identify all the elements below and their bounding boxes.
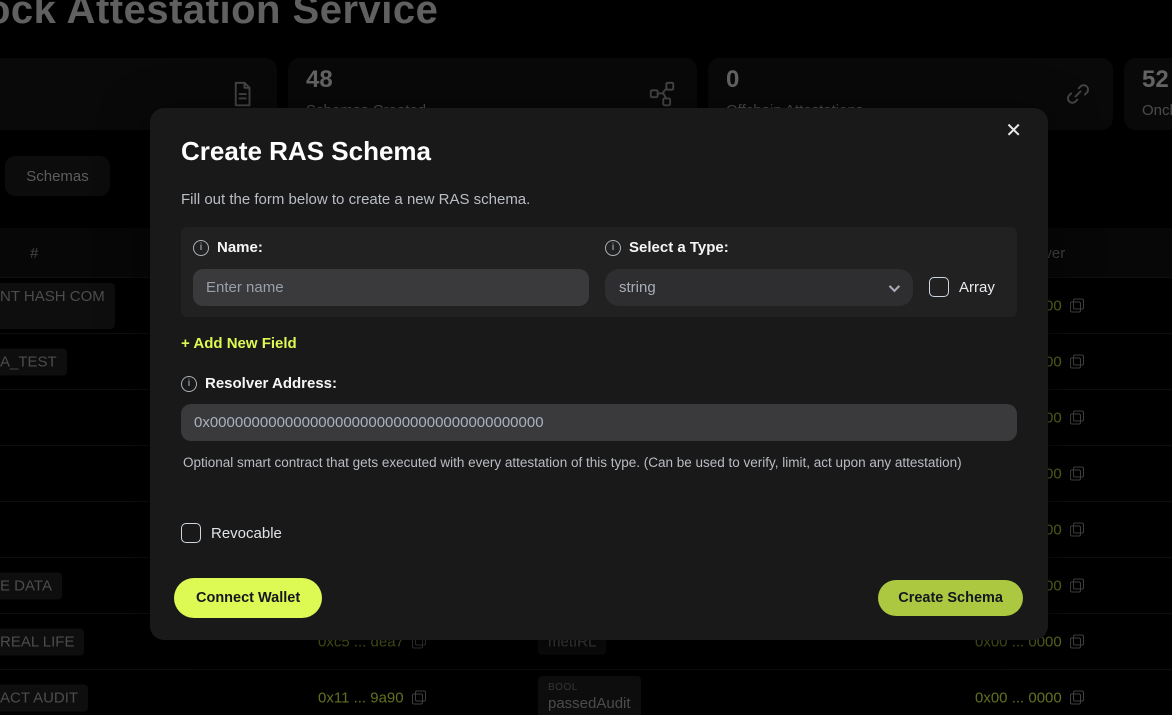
modal-subtitle: Fill out the form below to create a new …	[181, 191, 530, 208]
revocable-checkbox-label: Revocable	[211, 525, 282, 542]
info-icon: i	[605, 240, 621, 256]
create-schema-button[interactable]: Create Schema	[878, 580, 1023, 616]
modal-title: Create RAS Schema	[181, 136, 431, 167]
create-schema-modal: ✕ Create RAS Schema Fill out the form be…	[150, 108, 1048, 640]
resolver-address-label: i Resolver Address:	[181, 375, 337, 392]
resolver-help-text: Optional smart contract that gets execut…	[183, 453, 973, 473]
type-field-label: i Select a Type:	[605, 239, 729, 256]
schema-field-form-section: i Name: i Select a Type: string Array	[181, 227, 1017, 317]
chevron-down-icon	[889, 280, 900, 291]
array-checkbox-label: Array	[959, 279, 995, 296]
array-checkbox[interactable]	[929, 277, 949, 297]
close-icon[interactable]: ✕	[1005, 121, 1022, 141]
resolver-address-input[interactable]	[181, 404, 1017, 441]
add-new-field-link[interactable]: + Add New Field	[181, 335, 297, 352]
type-select[interactable]: string	[605, 269, 913, 306]
revocable-checkbox[interactable]	[181, 523, 201, 543]
name-field-label: i Name:	[193, 239, 263, 256]
name-input[interactable]	[193, 269, 589, 306]
type-select-value: string	[619, 279, 656, 296]
info-icon: i	[193, 240, 209, 256]
connect-wallet-button[interactable]: Connect Wallet	[174, 578, 322, 618]
array-checkbox-wrap: Array	[929, 277, 995, 297]
info-icon: i	[181, 376, 197, 392]
revocable-checkbox-wrap: Revocable	[181, 523, 282, 543]
app-window: ock Attestation Service 48 Schemas Creat…	[0, 0, 1172, 715]
